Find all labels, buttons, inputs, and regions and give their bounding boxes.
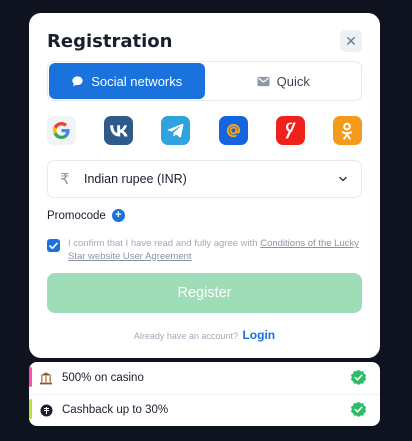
page-title: Registration [47, 31, 173, 52]
yandex-icon [285, 122, 296, 139]
bonus-label: 500% on casino [62, 372, 144, 384]
ok-login-button[interactable] [332, 116, 362, 145]
register-button[interactable]: Register [47, 273, 362, 313]
close-button[interactable]: ✕ [340, 30, 362, 52]
mail-login-button[interactable] [218, 116, 248, 145]
agreement-checkbox[interactable] [47, 239, 60, 252]
chevron-down-icon [339, 176, 347, 182]
rupee-icon: ₹ [60, 171, 70, 188]
agreement-text: I confirm that I have read and fully agr… [68, 238, 362, 263]
already-account-text: Already have an account? [133, 331, 238, 341]
agreement-row: I confirm that I have read and fully agr… [47, 238, 362, 263]
google-icon [53, 122, 70, 139]
ok-icon [342, 122, 353, 140]
checkmark-icon [49, 242, 58, 249]
google-login-button[interactable] [47, 116, 76, 145]
plus-icon: + [111, 209, 125, 222]
at-icon [226, 123, 240, 138]
vk-icon [109, 124, 128, 136]
close-icon: ✕ [345, 32, 357, 49]
promocode-toggle[interactable]: Promocode + [47, 209, 125, 222]
bonus-stripe [29, 367, 32, 387]
tab-social-networks[interactable]: Social networks [49, 63, 205, 99]
tab-social-label: Social networks [91, 73, 183, 89]
bonus-list: 500% on casino Cashback up to 30% [29, 362, 380, 426]
cashback-icon [39, 403, 53, 417]
telegram-icon [167, 123, 184, 138]
login-prompt: Already have an account? Login [29, 328, 380, 342]
telegram-login-button[interactable] [161, 116, 191, 145]
bonus-item-casino: 500% on casino [29, 362, 380, 394]
registration-tabs: Social networks Quick [47, 61, 362, 101]
tab-quick-label: Quick [276, 73, 310, 89]
promocode-label: Promocode [47, 209, 106, 222]
verified-check-icon [350, 401, 367, 418]
vk-login-button[interactable] [104, 116, 134, 145]
yandex-login-button[interactable] [275, 116, 305, 145]
envelope-icon [257, 76, 270, 86]
bonus-stripe [29, 399, 32, 419]
currency-select[interactable]: ₹ Indian rupee (INR) [47, 160, 362, 198]
registration-modal: Registration ✕ Social networks Quick ₹ I… [29, 13, 380, 358]
bonus-label: Cashback up to 30% [62, 404, 169, 416]
social-login-row [47, 116, 362, 146]
tab-quick[interactable]: Quick [206, 62, 362, 100]
agreement-statement: I confirm that I have read and fully agr… [68, 238, 261, 249]
casino-icon [39, 371, 53, 385]
bonus-item-cashback: Cashback up to 30% [29, 394, 380, 426]
login-link[interactable]: Login [242, 328, 275, 342]
chat-bubble-icon [72, 75, 83, 86]
currency-value: Indian rupee (INR) [84, 172, 187, 186]
verified-check-icon [350, 369, 367, 386]
